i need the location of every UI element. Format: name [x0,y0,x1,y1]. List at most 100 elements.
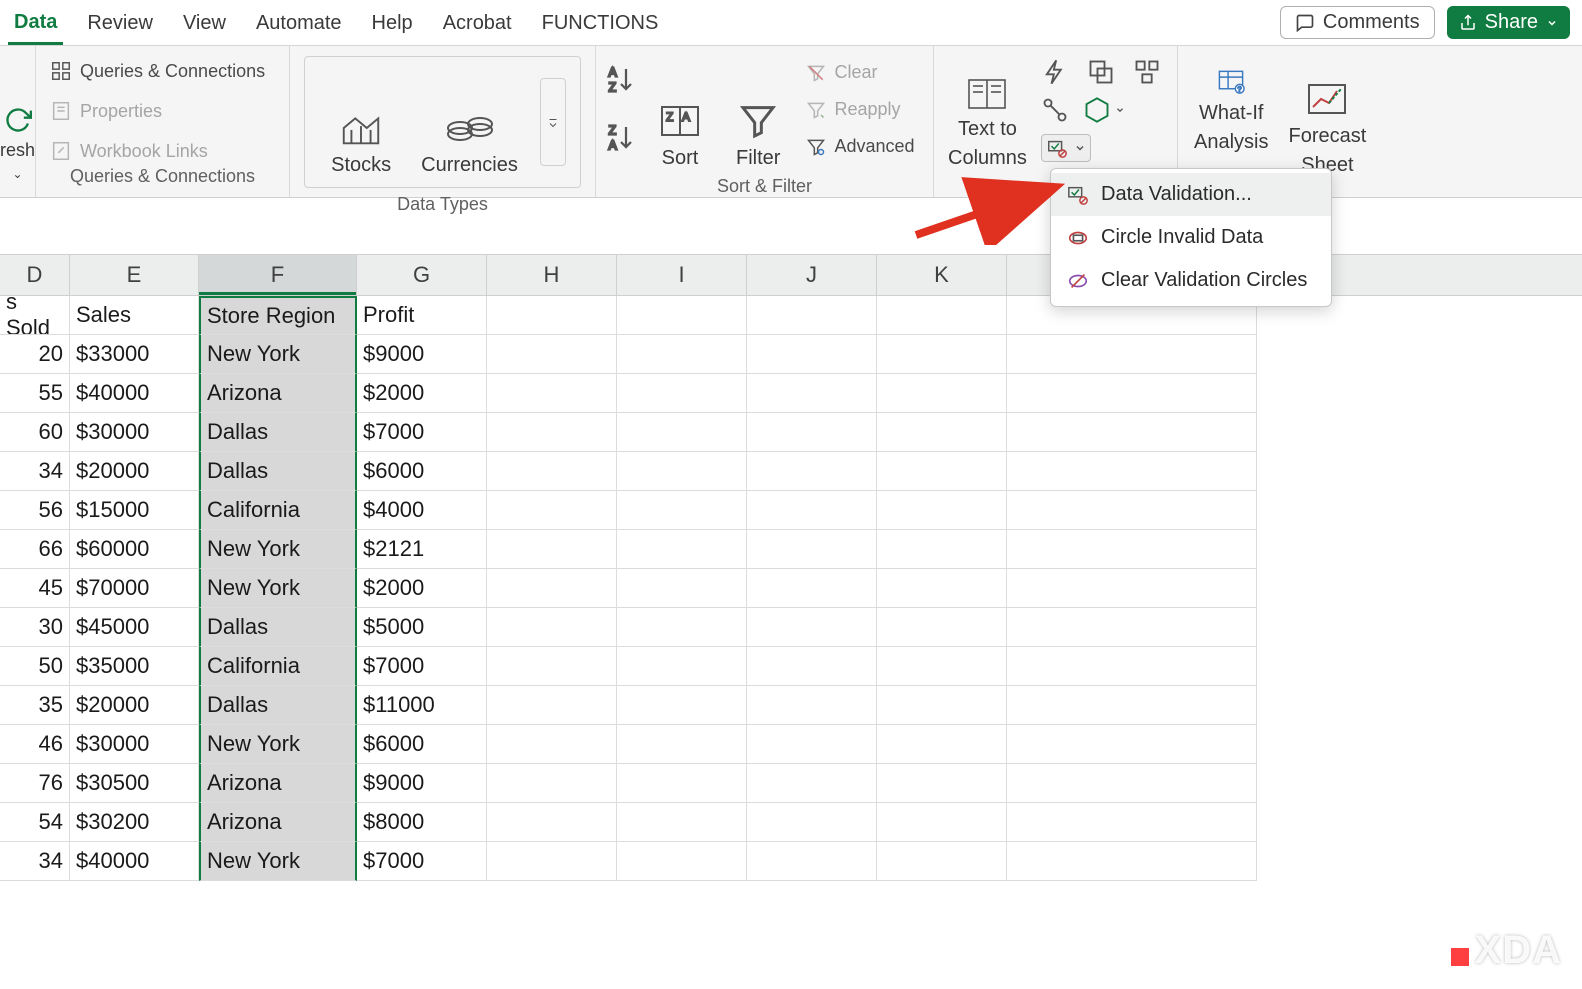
text-to-columns-button[interactable]: Text to Columns [944,56,1031,174]
cell[interactable]: s Sold [0,296,70,335]
cell[interactable]: Dallas [199,686,357,725]
cell[interactable] [617,647,747,686]
sort-desc-icon[interactable]: ZA [606,122,636,152]
table-row[interactable]: 76$30500Arizona$9000 [0,764,1582,803]
cell[interactable] [1007,647,1257,686]
menu-circle-invalid[interactable]: Circle Invalid Data [1051,216,1331,259]
table-row[interactable]: 50$35000California$7000 [0,647,1582,686]
cell[interactable]: $2000 [357,374,487,413]
cell[interactable]: $20000 [70,686,199,725]
cell[interactable] [617,335,747,374]
cell[interactable]: Sales [70,296,199,335]
cell[interactable] [747,452,877,491]
cell[interactable]: 35 [0,686,70,725]
cell[interactable] [487,374,617,413]
cell[interactable] [617,608,747,647]
cell[interactable] [487,842,617,881]
worksheet-grid[interactable]: D E F G H I J K s Sold Sales Store Regio… [0,254,1582,881]
cell[interactable]: $6000 [357,725,487,764]
col-header-I[interactable]: I [617,255,747,295]
cell[interactable] [747,842,877,881]
table-row[interactable]: 34$20000Dallas$6000 [0,452,1582,491]
cell[interactable]: 45 [0,569,70,608]
cell[interactable] [747,608,877,647]
cell[interactable] [1007,491,1257,530]
cell[interactable] [1007,842,1257,881]
table-row[interactable]: 56$15000California$4000 [0,491,1582,530]
cell[interactable] [877,491,1007,530]
col-header-G[interactable]: G [357,255,487,295]
cell[interactable] [747,374,877,413]
cell[interactable]: Arizona [199,803,357,842]
cell[interactable] [617,569,747,608]
table-row[interactable]: 34$40000New York$7000 [0,842,1582,881]
cell[interactable]: 20 [0,335,70,374]
cell[interactable]: $7000 [357,413,487,452]
queries-connections-button[interactable]: Queries & Connections [46,58,269,84]
cell[interactable]: $2121 [357,530,487,569]
cell[interactable]: $40000 [70,374,199,413]
cell[interactable] [747,725,877,764]
cell[interactable]: $4000 [357,491,487,530]
cell[interactable] [877,764,1007,803]
cell[interactable] [1007,803,1257,842]
cell[interactable] [747,296,877,335]
cell[interactable]: 56 [0,491,70,530]
datatypes-gallery-button[interactable] [540,78,566,166]
cell[interactable]: New York [199,569,357,608]
cell[interactable] [617,374,747,413]
table-row[interactable]: s Sold Sales Store Region Profit [0,296,1582,335]
cell[interactable]: 46 [0,725,70,764]
cell[interactable] [487,569,617,608]
cell[interactable] [617,530,747,569]
table-row[interactable]: 20$33000New York$9000 [0,335,1582,374]
cell[interactable] [487,803,617,842]
cell[interactable]: $9000 [357,764,487,803]
cell[interactable] [487,413,617,452]
cell[interactable]: $20000 [70,452,199,491]
cell[interactable]: California [199,647,357,686]
cell[interactable] [877,413,1007,452]
cell[interactable] [747,686,877,725]
comments-button[interactable]: Comments [1280,6,1435,39]
tab-acrobat[interactable]: Acrobat [437,2,518,43]
cell[interactable] [747,413,877,452]
cell[interactable] [1007,452,1257,491]
cell[interactable]: 34 [0,842,70,881]
sort-asc-icon[interactable]: AZ [606,64,636,94]
cell[interactable]: 50 [0,647,70,686]
cell[interactable]: Profit [357,296,487,335]
cell[interactable]: $35000 [70,647,199,686]
cell[interactable] [617,764,747,803]
cell[interactable] [617,725,747,764]
table-row[interactable]: 66$60000New York$2121 [0,530,1582,569]
cell[interactable] [1007,608,1257,647]
col-header-K[interactable]: K [877,255,1007,295]
cell[interactable] [487,296,617,335]
cell[interactable] [877,686,1007,725]
col-header-E[interactable]: E [70,255,199,295]
cell[interactable]: $70000 [70,569,199,608]
cell[interactable] [487,686,617,725]
table-row[interactable]: 55$40000Arizona$2000 [0,374,1582,413]
tab-view[interactable]: View [177,2,232,43]
cell[interactable]: $45000 [70,608,199,647]
cell[interactable]: $6000 [357,452,487,491]
what-if-analysis-button[interactable]: ? What-If Analysis ⌄ [1188,63,1274,181]
cell[interactable]: New York [199,530,357,569]
cell[interactable] [617,803,747,842]
col-header-D[interactable]: D [0,255,70,295]
tab-automate[interactable]: Automate [250,2,348,43]
cell[interactable]: 66 [0,530,70,569]
cell[interactable]: Store Region [199,296,357,335]
cell[interactable]: California [199,491,357,530]
cell[interactable] [617,413,747,452]
cell[interactable]: 34 [0,452,70,491]
consolidate-icon[interactable] [1133,58,1161,86]
cell[interactable]: $30000 [70,725,199,764]
col-header-H[interactable]: H [487,255,617,295]
cell[interactable] [1007,413,1257,452]
cell[interactable] [877,296,1007,335]
col-header-F[interactable]: F [199,255,357,295]
table-row[interactable]: 46$30000New York$6000 [0,725,1582,764]
